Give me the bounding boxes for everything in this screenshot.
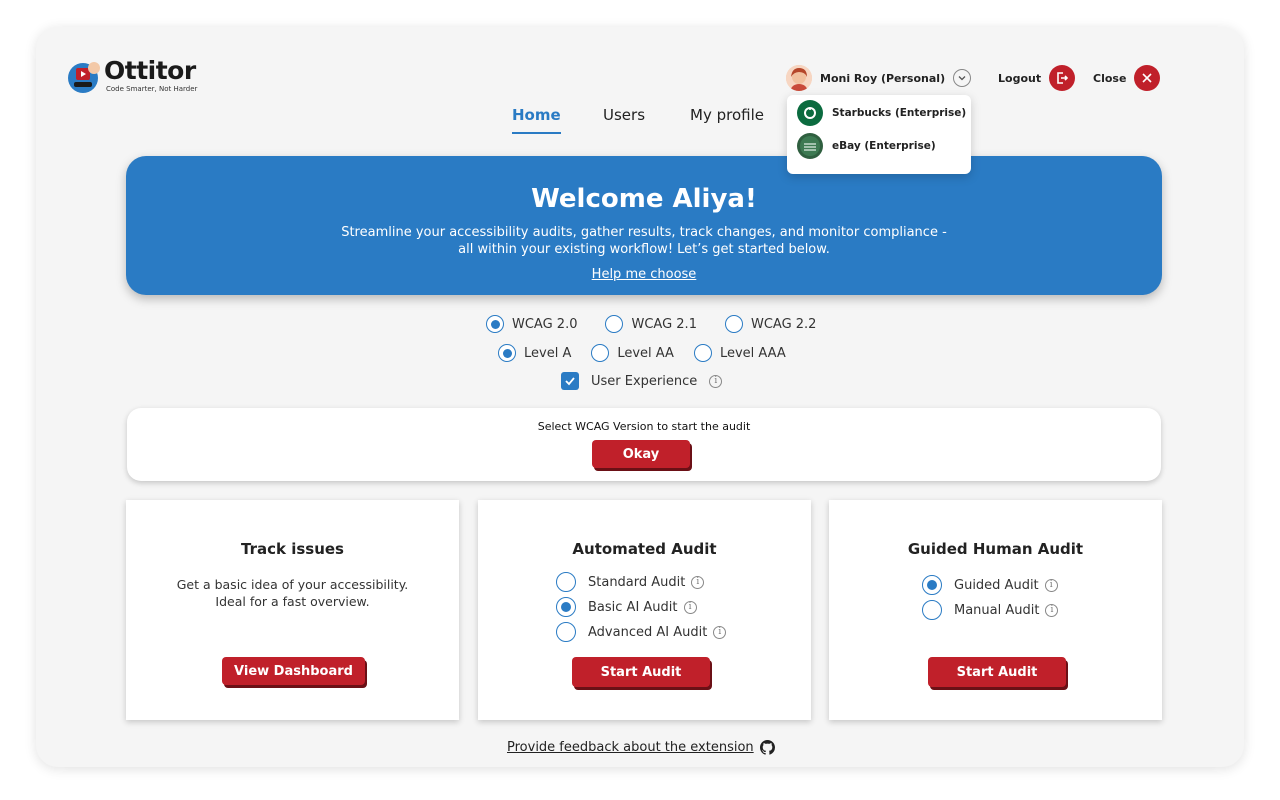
radio-button[interactable] (591, 344, 610, 362)
close-icon (1134, 65, 1161, 91)
wcag-level-option[interactable]: Level A (498, 344, 571, 362)
close-label: Close (1093, 71, 1127, 85)
wcag-version-option[interactable]: WCAG 2.0 (486, 315, 577, 333)
option-label: WCAG 2.1 (631, 316, 697, 332)
radio-button[interactable] (922, 600, 942, 620)
option-label: WCAG 2.2 (750, 316, 817, 332)
dropdown-item-starbucks[interactable]: Starbucks (Enterprise) (797, 100, 966, 126)
radio-button[interactable] (605, 315, 624, 333)
wcag-version-option[interactable]: WCAG 2.2 (724, 315, 817, 333)
github-icon (759, 739, 775, 755)
start-automated-audit-button[interactable]: Start Audit (572, 657, 710, 687)
audit-option-manual[interactable]: Manual Audit i (922, 600, 1059, 620)
radio-button[interactable] (556, 622, 576, 642)
option-label: Basic AI Audit (588, 599, 678, 615)
option-label: WCAG 2.0 (512, 316, 578, 332)
option-label: Level AAA (719, 345, 786, 361)
wcag-level-option[interactable]: Level AA (591, 344, 674, 362)
dropdown-item-ebay[interactable]: eBay (Enterprise) (797, 133, 936, 159)
info-icon[interactable]: i (683, 600, 697, 614)
brand-name: Ottitor (104, 56, 196, 85)
option-label: Advanced AI Audit (588, 624, 708, 640)
welcome-subtitle-line-1: Streamline your accessibility audits, ga… (341, 225, 947, 240)
audit-option-standard[interactable]: Standard Audit i (556, 572, 705, 592)
info-icon[interactable]: i (713, 625, 727, 639)
radio-button[interactable] (922, 575, 942, 595)
welcome-subtitle-line-2: all within your existing workflow! Let’s… (458, 242, 830, 257)
user-experience-checkbox[interactable] (561, 372, 579, 390)
audit-option-basic-ai[interactable]: Basic AI Audit i (556, 597, 697, 617)
close-button[interactable]: Close (1093, 65, 1161, 91)
card-title: Guided Human Audit (907, 540, 1084, 558)
nav-my-profile[interactable]: My profile (690, 106, 764, 134)
audit-option-advanced-ai[interactable]: Advanced AI Audit i (556, 622, 727, 642)
welcome-title: Welcome Aliya! (531, 184, 757, 214)
feedback-link[interactable]: Provide feedback about the extension (507, 738, 775, 756)
chevron-down-icon[interactable] (953, 69, 972, 87)
help-me-choose-link[interactable]: Help me choose (126, 267, 1162, 282)
radio-button[interactable] (556, 597, 576, 617)
account-switcher[interactable]: Moni Roy (Personal) (786, 65, 972, 91)
account-dropdown: Starbucks (Enterprise) eBay (Enterprise) (787, 95, 971, 174)
dropdown-item-label: Starbucks (Enterprise) (832, 107, 967, 119)
nav-home[interactable]: Home (512, 106, 561, 134)
info-icon[interactable]: i (709, 374, 723, 388)
wcag-level-group: Level A Level AA Level AAA (498, 343, 786, 363)
wcag-version-option[interactable]: WCAG 2.1 (605, 315, 697, 333)
welcome-banner: Welcome Aliya! Streamline your accessibi… (126, 156, 1162, 295)
feedback-link-label: Provide feedback about the extension (507, 739, 754, 755)
info-icon[interactable]: i (1044, 578, 1058, 592)
audit-prompt-panel: Select WCAG Version to start the audit O… (127, 408, 1161, 481)
brand-tagline: Code Smarter, Not Harder (106, 85, 198, 93)
option-label: Level AA (617, 345, 674, 361)
radio-button[interactable] (498, 344, 516, 362)
card-title: Track issues (241, 540, 344, 558)
okay-button[interactable]: Okay (592, 440, 690, 468)
welcome-subtitle: Streamline your accessibility audits, ga… (126, 224, 1162, 258)
dropdown-item-label: eBay (Enterprise) (832, 140, 936, 152)
avatar (786, 65, 812, 91)
brand-logo: Ottitor Code Smarter, Not Harder (66, 56, 226, 98)
option-label: Guided Audit (954, 577, 1039, 593)
audit-option-guided[interactable]: Guided Audit i (922, 575, 1058, 595)
radio-button[interactable] (693, 344, 712, 362)
option-label: Level A (524, 345, 572, 361)
track-issues-card: Track issues Get a basic idea of your ac… (126, 500, 459, 720)
logout-button[interactable]: Logout (998, 65, 1076, 91)
starbucks-logo-icon (797, 100, 823, 126)
view-dashboard-button[interactable]: View Dashboard (222, 657, 365, 685)
prompt-message: Select WCAG Version to start the audit (537, 420, 751, 433)
radio-button[interactable] (486, 315, 504, 333)
option-label: Manual Audit (954, 602, 1040, 618)
info-icon[interactable]: i (691, 575, 705, 589)
account-name: Moni Roy (Personal) (820, 71, 946, 85)
user-experience-label: User Experience (591, 373, 698, 389)
logout-icon (1049, 65, 1076, 91)
user-experience-option[interactable]: User Experience i (561, 371, 723, 391)
ottitor-logo-icon (68, 62, 100, 93)
card-title: Automated Audit (572, 540, 717, 558)
radio-button[interactable] (556, 572, 576, 592)
card-description-line-2: Ideal for a fast overview. (215, 594, 370, 609)
info-icon[interactable]: i (1045, 603, 1059, 617)
automated-audit-card: Automated Audit Standard Audit i Basic A… (478, 500, 811, 720)
guided-human-audit-card: Guided Human Audit Guided Audit i Manual… (829, 500, 1162, 720)
card-description-line-1: Get a basic idea of your accessibility. (176, 577, 409, 592)
wcag-version-group: WCAG 2.0 WCAG 2.1 WCAG 2.2 (486, 314, 816, 334)
wcag-level-option[interactable]: Level AAA (693, 344, 786, 362)
ebay-logo-icon (797, 133, 823, 159)
card-description: Get a basic idea of your accessibility. … (126, 576, 459, 610)
start-guided-audit-button[interactable]: Start Audit (928, 657, 1066, 687)
option-label: Standard Audit (588, 574, 686, 590)
logout-label: Logout (998, 71, 1042, 85)
nav-users[interactable]: Users (603, 106, 645, 134)
radio-button[interactable] (724, 315, 743, 333)
